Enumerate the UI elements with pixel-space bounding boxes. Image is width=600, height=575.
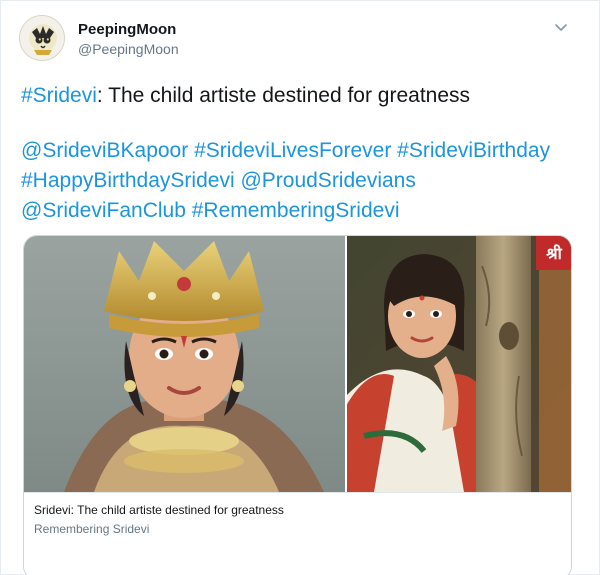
tweet-text: #Sridevi: The child artiste destined for… (21, 81, 581, 226)
hashtag-link[interactable]: #HappyBirthdaySridevi (21, 169, 235, 192)
link-card[interactable]: श्री Sridevi: The child artiste destined… (23, 235, 572, 575)
user-handle[interactable]: @PeepingMoon (78, 41, 179, 57)
tweet-card: PeepingMoon @PeepingMoon #Sridevi: The c… (0, 0, 600, 575)
hashtag-link[interactable]: #RememberingSridevi (192, 199, 400, 222)
hashtag-link[interactable]: #SrideviBirthday (397, 139, 550, 162)
chevron-down-icon[interactable] (553, 19, 569, 35)
hashtag-link[interactable]: #Sridevi (21, 84, 97, 107)
display-name[interactable]: PeepingMoon (78, 21, 176, 38)
avatar[interactable] (19, 15, 65, 61)
mention-link[interactable]: @SrideviFanClub (21, 199, 186, 222)
headline-text: : The child artiste destined for greatne… (96, 84, 471, 107)
tweet-headline: #Sridevi: The child artiste destined for… (21, 81, 581, 111)
peepingmoon-logo-icon (20, 16, 64, 60)
tag-line: @SrideviBKapoor #SrideviLivesForever #Sr… (21, 136, 581, 166)
card-photo-collage: श्री (24, 236, 571, 492)
card-title[interactable]: Sridevi: The child artiste destined for … (34, 503, 284, 517)
mention-link[interactable]: @ProudSridevians (240, 169, 415, 192)
tag-line: @SrideviFanClub #RememberingSridevi (21, 196, 581, 226)
child-artiste-crown-photo (24, 236, 346, 492)
mention-link[interactable]: @SrideviBKapoor (21, 139, 188, 162)
card-caption[interactable]: Sridevi: The child artiste destined for … (24, 492, 571, 575)
hashtag-link[interactable]: #SrideviLivesForever (194, 139, 391, 162)
card-domain: Remembering Sridevi (34, 522, 150, 536)
card-image[interactable]: श्री (24, 236, 571, 492)
saree-tree-photo: श्री (346, 236, 571, 492)
overlay-logo-text: श्री (546, 244, 562, 263)
tag-line: #HappyBirthdaySridevi @ProudSridevians (21, 166, 581, 196)
